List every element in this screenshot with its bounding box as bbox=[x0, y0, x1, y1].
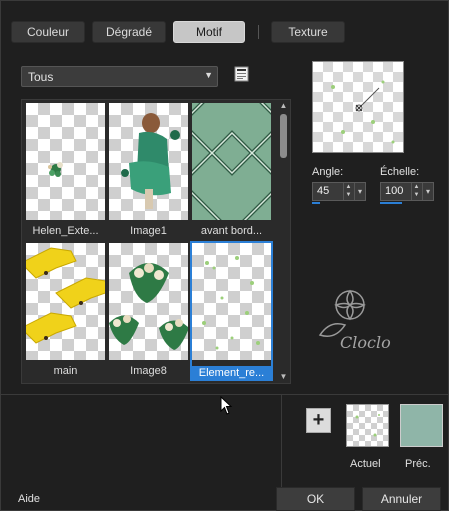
thumb-label: Element_re... bbox=[192, 366, 271, 380]
angle-progress bbox=[312, 202, 320, 204]
tab-degrade[interactable]: Dégradé bbox=[92, 21, 166, 43]
thumb-label: Image1 bbox=[130, 225, 167, 237]
previous-swatch[interactable] bbox=[400, 404, 443, 447]
thumb-label: main bbox=[53, 365, 78, 377]
scroll-down-icon[interactable]: ▼ bbox=[277, 371, 290, 383]
scale-spinner[interactable]: 100 ▲ ▼ ▾ bbox=[380, 182, 434, 201]
pattern-image bbox=[26, 103, 105, 220]
pattern-image bbox=[192, 103, 271, 220]
pattern-preview[interactable] bbox=[312, 61, 404, 153]
pattern-thumb-image1[interactable]: Image1 bbox=[109, 103, 188, 237]
pattern-image bbox=[109, 103, 188, 220]
spin-arrows-icon[interactable]: ▲ ▼ bbox=[343, 183, 353, 200]
cloclo-watermark: Cloclo bbox=[300, 280, 410, 360]
pattern-thumb-element[interactable]: Element_re... bbox=[190, 241, 273, 381]
current-swatch-label: Actuel bbox=[350, 458, 381, 470]
tab-separator bbox=[258, 25, 259, 39]
pattern-thumb-main[interactable]: main bbox=[26, 243, 105, 377]
help-link[interactable]: Aide bbox=[18, 493, 40, 505]
spin-arrows-icon[interactable]: ▲ ▼ bbox=[411, 183, 421, 200]
scroll-up-icon[interactable]: ▲ bbox=[277, 100, 290, 112]
pattern-thumb-helen[interactable]: Helen_Exte... bbox=[26, 103, 105, 237]
mouse-cursor-icon bbox=[220, 396, 233, 415]
pattern-image bbox=[192, 243, 271, 360]
grid-scrollbar[interactable]: ▲ ▼ bbox=[277, 100, 290, 383]
previous-swatch-label: Préc. bbox=[405, 458, 431, 470]
chevron-down-icon: ▼ bbox=[204, 70, 213, 80]
current-swatch[interactable] bbox=[346, 404, 389, 447]
angle-label: Angle: bbox=[312, 166, 344, 178]
tab-texture[interactable]: Texture bbox=[271, 21, 345, 43]
angle-spinner[interactable]: 45 ▲ ▼ ▾ bbox=[312, 182, 366, 201]
cancel-button[interactable]: Annuler bbox=[362, 487, 441, 511]
category-value: Tous bbox=[28, 70, 54, 84]
tab-motif[interactable]: Motif bbox=[173, 21, 245, 43]
chevron-down-icon[interactable]: ▾ bbox=[354, 183, 365, 200]
add-to-swatches-button[interactable]: + bbox=[306, 408, 331, 433]
scale-progress bbox=[380, 202, 402, 204]
angle-value: 45 bbox=[317, 185, 330, 197]
browse-folder-icon[interactable] bbox=[234, 66, 250, 82]
pattern-image bbox=[26, 243, 105, 360]
section-divider bbox=[0, 394, 449, 395]
scale-label: Échelle: bbox=[380, 166, 420, 178]
scroll-thumb[interactable] bbox=[280, 114, 287, 158]
scale-value: 100 bbox=[385, 185, 404, 197]
tab-couleur[interactable]: Couleur bbox=[11, 21, 85, 43]
pattern-thumb-image8[interactable]: Image8 bbox=[109, 243, 188, 377]
thumb-label: avant bord... bbox=[200, 225, 263, 237]
thumb-label: Helen_Exte... bbox=[32, 225, 99, 237]
pattern-image bbox=[109, 243, 188, 360]
ok-button[interactable]: OK bbox=[276, 487, 355, 511]
thumb-label: Image8 bbox=[130, 365, 167, 377]
pattern-grid[interactable]: Helen_Exte... Image1 avant bord... main … bbox=[21, 99, 291, 384]
chevron-down-icon[interactable]: ▾ bbox=[422, 183, 433, 200]
watermark-text: Cloclo bbox=[340, 333, 391, 352]
category-dropdown[interactable]: Tous ▼ bbox=[21, 66, 218, 87]
pattern-thumb-avant-bord[interactable]: avant bord... bbox=[192, 103, 271, 237]
